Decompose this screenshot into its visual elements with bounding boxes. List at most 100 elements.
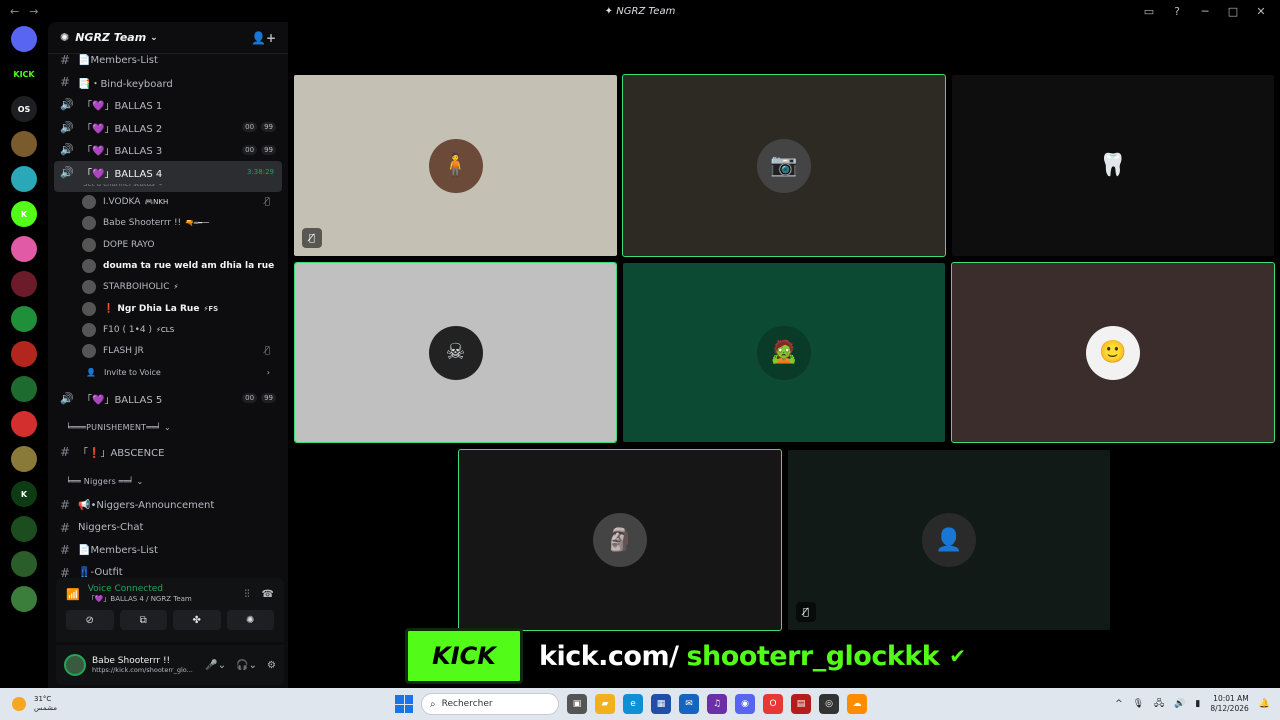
- signal-icon[interactable]: 📶: [66, 588, 80, 601]
- game-app-icon[interactable]: ▤: [791, 694, 811, 714]
- clock[interactable]: 10:01 AM 8/12/2026: [1210, 694, 1248, 714]
- speaker-icon: 🔊: [60, 98, 74, 112]
- maximize-button[interactable]: □: [1226, 4, 1240, 18]
- forward-arrow-icon[interactable]: →: [29, 5, 38, 18]
- video-tile[interactable]: 🗿: [458, 449, 782, 631]
- avatar: [82, 344, 96, 359]
- speaker-icon: 🔊: [60, 391, 74, 405]
- video-tile[interactable]: 🧟: [623, 263, 945, 442]
- video-tile[interactable]: 🙂: [951, 262, 1275, 443]
- server-icon[interactable]: [11, 236, 37, 262]
- server-icon[interactable]: [11, 376, 37, 402]
- tray-overflow-icon[interactable]: ^: [1115, 699, 1123, 709]
- muted-mic-icon: 🎙̸: [264, 346, 270, 357]
- video-tile[interactable]: 🧍 🎙̸: [294, 75, 617, 256]
- kick-logo[interactable]: KICK: [9, 61, 39, 87]
- close-button[interactable]: ✕: [1254, 4, 1268, 18]
- opera-icon[interactable]: O: [763, 694, 783, 714]
- disconnect-icon[interactable]: ☎: [262, 589, 274, 600]
- weather-widget[interactable]: 31°C مشمس: [0, 695, 110, 713]
- server-icon[interactable]: [11, 271, 37, 297]
- guild-name: NGRZ Team: [75, 31, 147, 44]
- voice-channel-ballas3[interactable]: 🔊 「💜」BALLAS 3 00 99: [54, 139, 282, 162]
- soundboard-button[interactable]: ✺: [226, 610, 274, 630]
- user-name[interactable]: Babe Shooterrr !!: [92, 656, 193, 666]
- cloud-app-icon[interactable]: ☁: [847, 694, 867, 714]
- network-icon[interactable]: 🖧: [1154, 696, 1164, 712]
- video-tile[interactable]: ☠: [294, 262, 617, 443]
- channel-bind-keyboard[interactable]: # 📑・Bind-keyboard: [54, 71, 282, 94]
- voice-user[interactable]: ❗ Ngr Dhia La Rue ⚡FS: [54, 298, 282, 319]
- server-icon[interactable]: [11, 131, 37, 157]
- server-icon[interactable]: [11, 446, 37, 472]
- channel-members-list-top[interactable]: # 📄Members-List: [54, 49, 282, 71]
- add-user-icon[interactable]: 👤+: [251, 31, 276, 45]
- noise-suppression-icon[interactable]: ⫶⫶: [245, 589, 250, 600]
- voice-user-name: douma ta rue weld am dhia la rue: [103, 261, 275, 272]
- voice-connected-title[interactable]: Voice Connected: [88, 584, 192, 594]
- channel-announcement[interactable]: # 📢•Niggers-Announcement: [54, 494, 282, 517]
- avatar: [82, 237, 96, 252]
- activities-button[interactable]: ✤: [173, 610, 221, 630]
- voice-channel-ballas5[interactable]: 🔊 「💜」BALLAS 5 00 99: [54, 387, 282, 410]
- notifications-icon[interactable]: 🔔: [1259, 699, 1270, 709]
- settings-gear-icon[interactable]: ⚙: [267, 660, 276, 671]
- channel-members-list[interactable]: # 📄Members-List: [54, 539, 282, 562]
- headphones-icon[interactable]: 🎧⌄: [236, 660, 257, 671]
- voice-user[interactable]: I.VODKA 🎮NKH 🎙̸: [54, 192, 282, 213]
- outlook-icon[interactable]: ✉: [679, 694, 699, 714]
- server-icon[interactable]: [11, 341, 37, 367]
- avatar[interactable]: [64, 654, 86, 676]
- server-icon[interactable]: [11, 551, 37, 577]
- mic-tray-icon[interactable]: 🎙: [1133, 699, 1144, 709]
- video-tile[interactable]: 📷: [622, 74, 946, 257]
- avatar: 🗿: [593, 513, 647, 567]
- discord-taskbar-icon[interactable]: ◉: [735, 694, 755, 714]
- invite-to-voice[interactable]: 👤 Invite to Voice ›: [54, 362, 282, 383]
- battery-icon[interactable]: ▮: [1195, 699, 1200, 709]
- voice-channel-ballas4[interactable]: 🔊 「💜」BALLAS 4 3:38:29: [54, 161, 282, 184]
- voice-user[interactable]: FLASH JR 🎙̸: [54, 341, 282, 362]
- volume-icon[interactable]: 🔊: [1174, 699, 1185, 709]
- voice-channel-ballas1[interactable]: 🔊 「💜」BALLAS 1: [54, 94, 282, 117]
- screen-share-button[interactable]: ⧉: [119, 610, 167, 630]
- category-punishement[interactable]: ╘═══PUNISHEMENT══╛ ⌄: [54, 415, 282, 440]
- edge-icon[interactable]: e: [623, 694, 643, 714]
- channel-abscence[interactable]: # 「❗」ABSCENCE: [54, 440, 282, 463]
- chrome-icon[interactable]: ◎: [819, 694, 839, 714]
- voice-user[interactable]: STARBOIHOLIC ⚡: [54, 277, 282, 298]
- camera-off-button[interactable]: ⊘: [66, 610, 114, 630]
- file-explorer-icon[interactable]: ▰: [595, 694, 615, 714]
- store-icon[interactable]: ▦: [651, 694, 671, 714]
- voice-channel-ballas2[interactable]: 🔊 「💜」BALLAS 2 00 99: [54, 116, 282, 139]
- inbox-icon[interactable]: ▭: [1142, 4, 1156, 18]
- server-icon[interactable]: OS: [11, 96, 37, 122]
- avatar: [82, 216, 96, 231]
- task-view-icon[interactable]: ▣: [567, 694, 587, 714]
- minimize-button[interactable]: ─: [1198, 4, 1212, 18]
- back-arrow-icon[interactable]: ←: [10, 5, 19, 18]
- server-icon[interactable]: [11, 586, 37, 612]
- server-icon[interactable]: [11, 166, 37, 192]
- channel-chat[interactable]: # Niggers-Chat: [54, 516, 282, 539]
- voice-connected-channel[interactable]: 「💜」BALLAS 4 / NGRZ Team: [88, 594, 192, 604]
- video-tile[interactable]: 👤 🎙̸: [788, 450, 1110, 630]
- category-niggers[interactable]: ╘══ Niggers ══╛ ⌄: [54, 469, 282, 494]
- spotify-icon[interactable]: ♫: [707, 694, 727, 714]
- discord-icon[interactable]: [11, 26, 37, 52]
- voice-user[interactable]: Babe Shooterrr !! 🔫═━一: [54, 213, 282, 234]
- video-tile[interactable]: 🦷: [952, 75, 1274, 256]
- server-icon[interactable]: [11, 306, 37, 332]
- voice-user[interactable]: F10 ( 1•4 ) ⚡CLS: [54, 319, 282, 340]
- voice-user[interactable]: DOPE RAYO: [54, 234, 282, 255]
- server-icon[interactable]: K: [11, 201, 37, 227]
- server-icon[interactable]: K: [11, 481, 37, 507]
- server-icon[interactable]: [11, 516, 37, 542]
- voice-user[interactable]: douma ta rue weld am dhia la rue: [54, 255, 282, 276]
- server-icon[interactable]: [11, 411, 37, 437]
- voice-user-name: STARBOIHOLIC: [103, 282, 170, 293]
- help-icon[interactable]: ?: [1170, 4, 1184, 18]
- taskbar-search[interactable]: ⌕ Rechercher: [421, 693, 559, 715]
- microphone-icon[interactable]: 🎤⌄: [205, 660, 226, 671]
- windows-start-icon[interactable]: [395, 695, 413, 713]
